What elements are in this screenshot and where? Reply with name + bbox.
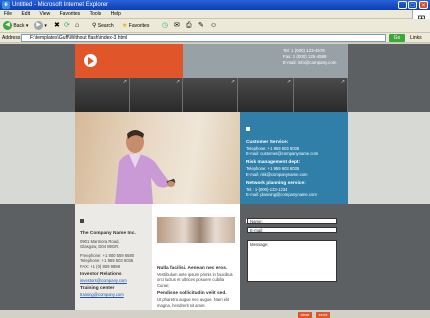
nav-arrow-icon: ↗ [286,79,291,85]
company-info-panel: The Company Name Inc. 0901 Marmora Road,… [75,204,152,310]
maximize-button[interactable]: □ [408,1,417,9]
email-field[interactable]: E-mail: [247,227,337,233]
send-button[interactable]: send [316,312,330,318]
address-label: Address [2,35,21,41]
address-input[interactable]: F:\templates\Guff\Without flash\index-3.… [21,34,386,42]
menu-view[interactable]: View [39,11,50,17]
lower-left-band [0,204,75,310]
menu-favorites[interactable]: Favorites [60,11,81,17]
clear-button[interactable]: clear [298,312,312,318]
toolbar: ◀ Back ▾ ▶ ▾ ✖ ⟳ ⌂ ⚲ Search ★ Favorites … [0,19,430,33]
menu-tools[interactable]: Tools [90,11,102,17]
news-text-2b: magna, hendrerit sit amet. [157,302,206,308]
nav-arrow-icon: ↗ [230,79,235,85]
minimize-button[interactable]: _ [398,1,407,9]
menu-help[interactable]: Help [111,11,121,17]
favorites-label: Favorites [128,23,150,29]
search-button[interactable]: ⚲ Search [92,21,114,31]
page-viewport: Tel: 1 (000) 123-4578 Fax: 1 (000) 125-4… [0,44,430,318]
favorites-button[interactable]: ★ Favorites [122,21,149,31]
links-button[interactable]: Links [410,33,422,43]
bullet-square-icon [80,219,84,223]
messenger-icon[interactable]: ☺ [210,21,217,31]
back-label: Back [13,23,25,29]
news-panel: Nulla facilisi. Aenean nec eros. Vestibu… [152,204,240,310]
star-icon: ★ [122,23,128,29]
services-panel: Customer Service: Telephone: +1 959 603 … [240,112,348,204]
nav-arrow-icon: ↗ [122,79,127,85]
forward-arrow-icon: ▶ [34,21,43,31]
nav-button-1[interactable]: ↗ [75,78,130,112]
contact-form-panel: Name: E-mail: Message: clear send [240,204,348,318]
back-button[interactable]: ◀ Back ▾ [3,21,28,31]
nav-arrow-icon: ↗ [340,79,345,85]
close-button[interactable]: × [419,1,428,9]
team-photo [157,217,235,243]
name-field[interactable]: Name: [247,218,337,224]
message-field[interactable]: Message: [247,240,337,282]
news-text-2a: Ut pharetra augue nec augue. Nam elit [157,297,230,303]
menu-bar: File Edit View Favorites Tools Help [0,10,430,19]
print-icon[interactable]: ⎙ [186,21,192,31]
menu-file[interactable]: File [4,11,12,17]
left-band [0,44,75,112]
network-email[interactable]: E-mail: planning@companyname.com [246,192,342,197]
title-bar: e Untitled - Microsoft Internet Explorer… [0,0,430,10]
mail-icon[interactable]: ✉ [174,21,180,31]
site-logo[interactable] [75,44,183,78]
header-email: E-mail: info@company.com [283,60,337,65]
nav-button-3[interactable]: ↗ [183,78,238,112]
edit-icon[interactable]: ✎ [198,21,204,31]
header-contact-panel: Tel: 1 (000) 123-4578 Fax: 1 (000) 125-4… [183,44,348,78]
stop-icon[interactable]: ✖ [54,21,60,31]
go-button[interactable]: Go [389,34,405,42]
window-title: Untitled - Microsoft Internet Explorer [12,2,109,8]
training-email-link[interactable]: training@company.com [80,292,147,297]
hero-photo [75,112,240,204]
bullet-square-icon [246,127,250,131]
nav-arrow-icon: ↗ [175,79,180,85]
nav-button-5[interactable]: ↗ [294,78,348,112]
home-icon[interactable]: ⌂ [75,21,79,31]
history-icon[interactable]: ◷ [162,21,168,31]
back-arrow-icon: ◀ [3,21,12,31]
forward-button[interactable]: ▶ ▾ [34,21,47,31]
lower-right-band [348,204,430,310]
refresh-icon[interactable]: ⟳ [64,21,70,31]
menu-edit[interactable]: Edit [21,11,30,17]
search-icon: ⚲ [92,23,97,29]
ie-logo-icon: e [2,1,10,9]
right-band [348,44,430,112]
search-label: Search [97,23,114,29]
logo-play-icon [88,57,94,65]
nav-button-4[interactable]: ↗ [238,78,294,112]
address-bar: Address F:\templates\Guff\Without flash\… [0,33,430,43]
nav-button-2[interactable]: ↗ [130,78,183,112]
businessman-image [115,130,176,204]
